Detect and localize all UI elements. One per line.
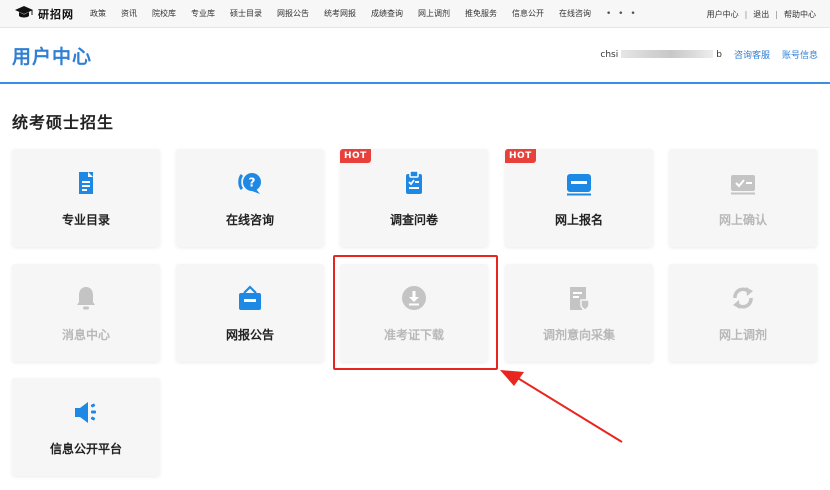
customer-service-link[interactable]: 咨询客服: [734, 48, 770, 61]
nav-item-score-query[interactable]: 成绩查询: [371, 8, 403, 19]
logo-text: 研招网: [38, 7, 74, 21]
svg-text:?: ?: [249, 176, 256, 190]
nav-item-policy[interactable]: 政策: [90, 8, 106, 19]
nav-item-news[interactable]: 资讯: [121, 8, 137, 19]
speaker-icon: [72, 398, 100, 426]
card-online-confirm[interactable]: 网上确认: [669, 149, 817, 247]
divider: |: [775, 9, 778, 19]
page-title: 用户中心: [12, 46, 93, 68]
page-header: 用户中心 chsi b 咨询客服 账号信息: [0, 28, 830, 84]
card-label: 网上确认: [718, 213, 767, 227]
section-title: 统考硕士招生: [12, 113, 115, 132]
nav-item-adjustment[interactable]: 网上调剂: [418, 8, 450, 19]
chat-question-icon: ?: [236, 169, 264, 197]
card-admission-ticket-download[interactable]: 准考证下载: [340, 264, 488, 362]
card-label: 消息中心: [61, 328, 110, 342]
main-nav: 政策 资讯 院校库 专业库 硕士目录 网报公告 统考网报 成绩查询 网上调剂 推…: [90, 8, 638, 19]
nav-item-info-disclosure[interactable]: 信息公开: [512, 8, 544, 19]
nav-item-announcements[interactable]: 网报公告: [277, 8, 309, 19]
card-label: 专业目录: [61, 213, 110, 227]
top-nav-bar: 研招网 政策 资讯 院校库 专业库 硕士目录 网报公告 统考网报 成绩查询 网上…: [0, 0, 830, 28]
card-message-center[interactable]: 消息中心: [12, 264, 160, 362]
nav-item-recommendation[interactable]: 推免服务: [465, 8, 497, 19]
username-prefix: chsi: [600, 49, 619, 60]
header-account-area: chsi b 咨询客服 账号信息: [600, 48, 818, 62]
card-label: 调剂意向采集: [542, 328, 615, 342]
card-survey[interactable]: HOT 调查问卷: [340, 149, 488, 247]
card-registration-notice[interactable]: 网报公告: [176, 264, 324, 362]
top-right-links: 用户中心 | 退出 | 帮助中心: [707, 0, 816, 28]
user-center-link[interactable]: 用户中心: [707, 9, 739, 20]
card-label: 信息公开平台: [49, 442, 122, 456]
document-shield-icon: [565, 284, 593, 312]
card-label: 准考证下载: [383, 328, 444, 342]
card-label: 在线咨询: [225, 213, 274, 227]
nav-item-schools[interactable]: 院校库: [152, 8, 176, 19]
hot-badge: HOT: [505, 149, 536, 163]
site-logo[interactable]: 研招网: [14, 4, 74, 23]
username-suffix: b: [716, 49, 722, 60]
nav-item-exam-registration[interactable]: 统考网报: [324, 8, 356, 19]
card-online-registration[interactable]: HOT 网上报名: [505, 149, 653, 247]
id-card-icon: [565, 169, 593, 197]
divider: |: [744, 9, 748, 19]
announcement-bag-icon: [236, 284, 264, 312]
more-menu-button[interactable]: • • •: [606, 9, 638, 19]
nav-item-master-catalog[interactable]: 硕士目录: [230, 8, 262, 19]
clipboard-check-icon: [400, 169, 428, 197]
graduation-cap-icon: [14, 4, 34, 23]
card-label: 网上调剂: [718, 328, 767, 342]
logout-link[interactable]: 退出: [753, 9, 769, 20]
card-label: 调查问卷: [389, 213, 438, 227]
download-circle-icon: [400, 284, 428, 312]
hot-badge: HOT: [340, 149, 371, 163]
bell-icon: [72, 284, 100, 312]
help-center-link[interactable]: 帮助中心: [784, 9, 816, 20]
document-list-icon: [72, 169, 100, 197]
card-online-adjustment[interactable]: 网上调剂: [669, 264, 817, 362]
username-redaction: [621, 50, 714, 58]
refresh-icon: [729, 284, 757, 312]
card-label: 网报公告: [225, 328, 274, 342]
nav-item-online-consult[interactable]: 在线咨询: [559, 8, 591, 19]
card-major-catalog[interactable]: 专业目录: [12, 149, 160, 247]
username: chsi b: [600, 50, 722, 60]
card-label: 网上报名: [554, 213, 603, 227]
nav-item-majors[interactable]: 专业库: [191, 8, 215, 19]
card-adjustment-intent[interactable]: 调剂意向采集: [505, 264, 653, 362]
account-info-link[interactable]: 账号信息: [782, 48, 818, 61]
card-info-disclosure-platform[interactable]: 信息公开平台: [12, 378, 160, 476]
verify-card-icon: [729, 169, 757, 197]
card-online-consult[interactable]: ? 在线咨询: [176, 149, 324, 247]
